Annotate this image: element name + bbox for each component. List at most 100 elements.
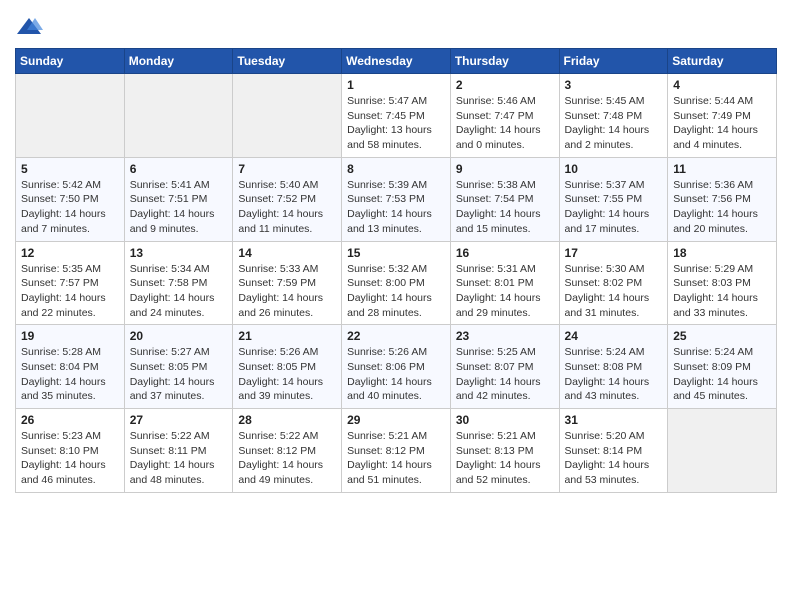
calendar-cell: 22 Sunrise: 5:26 AMSunset: 8:06 PMDayligh… (342, 325, 451, 409)
calendar-cell (668, 409, 777, 493)
day-info: Sunrise: 5:44 AMSunset: 7:49 PMDaylight:… (673, 94, 771, 153)
calendar-cell: 10 Sunrise: 5:37 AMSunset: 7:55 PMDayligh… (559, 157, 668, 241)
calendar-cell: 7 Sunrise: 5:40 AMSunset: 7:52 PMDaylight… (233, 157, 342, 241)
calendar-cell: 21Sunrise: 5:26 AMSunset: 8:05 PMDayligh… (233, 325, 342, 409)
day-header-thursday: Thursday (450, 49, 559, 74)
day-number: 18 (673, 246, 771, 260)
day-number: 25 (673, 329, 771, 343)
day-info: Sunrise: 5:41 AMSunset: 7:51 PMDaylight:… (130, 178, 228, 237)
calendar-cell: 14 Sunrise: 5:33 AMSunset: 7:59 PMDayligh… (233, 241, 342, 325)
day-info: Sunrise: 5:26 AMSunset: 8:06 PMDaylight:… (347, 345, 445, 404)
day-info: Sunrise: 5:21 AMSunset: 8:13 PMDaylight:… (456, 429, 554, 488)
day-info: Sunrise: 5:33 AMSunset: 7:59 PMDaylight:… (238, 262, 336, 321)
day-number: 17 (565, 246, 663, 260)
calendar-cell: 27 Sunrise: 5:22 AMSunset: 8:11 PMDayligh… (124, 409, 233, 493)
calendar-cell: 19 Sunrise: 5:28 AMSunset: 8:04 PMDayligh… (16, 325, 125, 409)
day-info: Sunrise: 5:40 AMSunset: 7:52 PMDaylight:… (238, 178, 336, 237)
calendar-cell (233, 74, 342, 158)
calendar-cell: 28 Sunrise: 5:22 AMSunset: 8:12 PMDayligh… (233, 409, 342, 493)
day-number: 27 (130, 413, 228, 427)
calendar-week-row: 5 Sunrise: 5:42 AMSunset: 7:50 PMDaylight… (16, 157, 777, 241)
day-number: 22 (347, 329, 445, 343)
day-info: Sunrise: 5:31 AMSunset: 8:01 PMDaylight:… (456, 262, 554, 321)
calendar-cell: 31 Sunrise: 5:20 AMSunset: 8:14 PMDayligh… (559, 409, 668, 493)
day-number: 3 (565, 78, 663, 92)
day-number: 5 (21, 162, 119, 176)
day-number: 14 (238, 246, 336, 260)
day-number: 10 (565, 162, 663, 176)
day-number: 30 (456, 413, 554, 427)
calendar-cell: 30 Sunrise: 5:21 AMSunset: 8:13 PMDayligh… (450, 409, 559, 493)
day-info: Sunrise: 5:22 AMSunset: 8:11 PMDaylight:… (130, 429, 228, 488)
day-info: Sunrise: 5:24 AMSunset: 8:08 PMDaylight:… (565, 345, 663, 404)
day-info: Sunrise: 5:45 AMSunset: 7:48 PMDaylight:… (565, 94, 663, 153)
day-number: 29 (347, 413, 445, 427)
calendar-cell: 6 Sunrise: 5:41 AMSunset: 7:51 PMDaylight… (124, 157, 233, 241)
day-header-monday: Monday (124, 49, 233, 74)
day-number: 12 (21, 246, 119, 260)
calendar-cell: 29Sunrise: 5:21 AMSunset: 8:12 PMDayligh… (342, 409, 451, 493)
page-header (15, 10, 777, 42)
logo (15, 14, 47, 42)
calendar-cell: 18 Sunrise: 5:29 AMSunset: 8:03 PMDayligh… (668, 241, 777, 325)
day-info: Sunrise: 5:36 AMSunset: 7:56 PMDaylight:… (673, 178, 771, 237)
calendar-cell (124, 74, 233, 158)
day-number: 15 (347, 246, 445, 260)
day-info: Sunrise: 5:46 AMSunset: 7:47 PMDaylight:… (456, 94, 554, 153)
calendar-cell: 3 Sunrise: 5:45 AMSunset: 7:48 PMDaylight… (559, 74, 668, 158)
calendar-week-row: 26Sunrise: 5:23 AMSunset: 8:10 PMDayligh… (16, 409, 777, 493)
day-number: 19 (21, 329, 119, 343)
calendar-week-row: 1Sunrise: 5:47 AMSunset: 7:45 PMDaylight… (16, 74, 777, 158)
calendar-cell: 24 Sunrise: 5:24 AMSunset: 8:08 PMDayligh… (559, 325, 668, 409)
calendar-week-row: 19 Sunrise: 5:28 AMSunset: 8:04 PMDayligh… (16, 325, 777, 409)
day-number: 6 (130, 162, 228, 176)
day-number: 11 (673, 162, 771, 176)
day-number: 20 (130, 329, 228, 343)
day-info: Sunrise: 5:34 AMSunset: 7:58 PMDaylight:… (130, 262, 228, 321)
day-info: Sunrise: 5:23 AMSunset: 8:10 PMDaylight:… (21, 429, 119, 488)
day-info: Sunrise: 5:28 AMSunset: 8:04 PMDaylight:… (21, 345, 119, 404)
calendar-cell: 25Sunrise: 5:24 AMSunset: 8:09 PMDayligh… (668, 325, 777, 409)
calendar-header-row: SundayMondayTuesdayWednesdayThursdayFrid… (16, 49, 777, 74)
calendar-cell: 4 Sunrise: 5:44 AMSunset: 7:49 PMDaylight… (668, 74, 777, 158)
day-header-sunday: Sunday (16, 49, 125, 74)
calendar-cell: 2 Sunrise: 5:46 AMSunset: 7:47 PMDaylight… (450, 74, 559, 158)
logo-icon (15, 14, 43, 42)
day-info: Sunrise: 5:29 AMSunset: 8:03 PMDaylight:… (673, 262, 771, 321)
calendar-cell (16, 74, 125, 158)
day-number: 8 (347, 162, 445, 176)
day-header-tuesday: Tuesday (233, 49, 342, 74)
calendar-cell: 13 Sunrise: 5:34 AMSunset: 7:58 PMDayligh… (124, 241, 233, 325)
day-number: 31 (565, 413, 663, 427)
calendar-cell: 26Sunrise: 5:23 AMSunset: 8:10 PMDayligh… (16, 409, 125, 493)
day-number: 23 (456, 329, 554, 343)
day-info: Sunrise: 5:37 AMSunset: 7:55 PMDaylight:… (565, 178, 663, 237)
calendar-table: SundayMondayTuesdayWednesdayThursdayFrid… (15, 48, 777, 493)
calendar-cell: 12 Sunrise: 5:35 AMSunset: 7:57 PMDayligh… (16, 241, 125, 325)
day-number: 13 (130, 246, 228, 260)
day-number: 1 (347, 78, 445, 92)
day-info: Sunrise: 5:35 AMSunset: 7:57 PMDaylight:… (21, 262, 119, 321)
day-info: Sunrise: 5:27 AMSunset: 8:05 PMDaylight:… (130, 345, 228, 404)
calendar-cell: 20 Sunrise: 5:27 AMSunset: 8:05 PMDayligh… (124, 325, 233, 409)
day-info: Sunrise: 5:42 AMSunset: 7:50 PMDaylight:… (21, 178, 119, 237)
calendar-cell: 1Sunrise: 5:47 AMSunset: 7:45 PMDaylight… (342, 74, 451, 158)
day-info: Sunrise: 5:30 AMSunset: 8:02 PMDaylight:… (565, 262, 663, 321)
day-number: 4 (673, 78, 771, 92)
day-number: 21 (238, 329, 336, 343)
calendar-cell: 9Sunrise: 5:38 AMSunset: 7:54 PMDaylight… (450, 157, 559, 241)
calendar-cell: 11 Sunrise: 5:36 AMSunset: 7:56 PMDayligh… (668, 157, 777, 241)
day-info: Sunrise: 5:32 AMSunset: 8:00 PMDaylight:… (347, 262, 445, 321)
day-number: 2 (456, 78, 554, 92)
calendar-cell: 5 Sunrise: 5:42 AMSunset: 7:50 PMDaylight… (16, 157, 125, 241)
day-info: Sunrise: 5:25 AMSunset: 8:07 PMDaylight:… (456, 345, 554, 404)
day-number: 28 (238, 413, 336, 427)
day-header-wednesday: Wednesday (342, 49, 451, 74)
day-info: Sunrise: 5:22 AMSunset: 8:12 PMDaylight:… (238, 429, 336, 488)
day-number: 7 (238, 162, 336, 176)
day-header-saturday: Saturday (668, 49, 777, 74)
day-info: Sunrise: 5:20 AMSunset: 8:14 PMDaylight:… (565, 429, 663, 488)
day-info: Sunrise: 5:38 AMSunset: 7:54 PMDaylight:… (456, 178, 554, 237)
calendar-cell: 23 Sunrise: 5:25 AMSunset: 8:07 PMDayligh… (450, 325, 559, 409)
day-number: 24 (565, 329, 663, 343)
